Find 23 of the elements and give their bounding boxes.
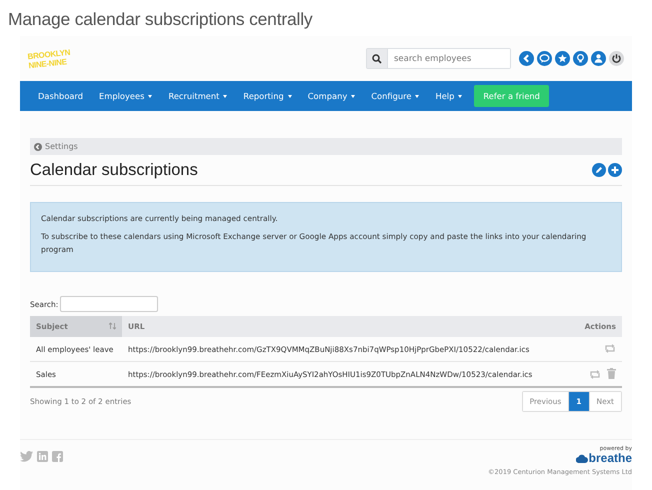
nav-menu-item[interactable]: Employees (91, 91, 160, 101)
search-icon (372, 54, 382, 64)
nav-menu-item[interactable]: Help (427, 91, 470, 101)
breadcrumb-link[interactable]: Settings (34, 142, 78, 151)
power-icon[interactable] (609, 51, 624, 66)
page-headline: Manage calendar subscriptions centrally (7, 8, 314, 31)
lightbulb-icon[interactable] (573, 51, 588, 66)
page-title: Calendar subscriptions (30, 160, 198, 180)
cloud-icon (576, 454, 588, 462)
user-icon[interactable] (591, 51, 606, 66)
nav-menu-item[interactable]: Reporting (235, 91, 300, 101)
search-field[interactable]: search employees (366, 48, 511, 69)
nav-menu-item[interactable]: Company (300, 91, 364, 101)
chat-icon[interactable] (537, 51, 552, 66)
back-icon[interactable] (519, 51, 534, 66)
back-icon (34, 142, 42, 150)
add-icon[interactable] (608, 163, 622, 177)
nav-menu-item[interactable]: Recruitment (160, 91, 236, 101)
sort-icon (109, 322, 116, 330)
edit-icon[interactable] (592, 163, 606, 177)
search-field[interactable] (60, 296, 158, 312)
nav-menu-item[interactable]: Dashboard (30, 91, 92, 101)
nav-menu-item[interactable]: Configure (363, 91, 428, 101)
